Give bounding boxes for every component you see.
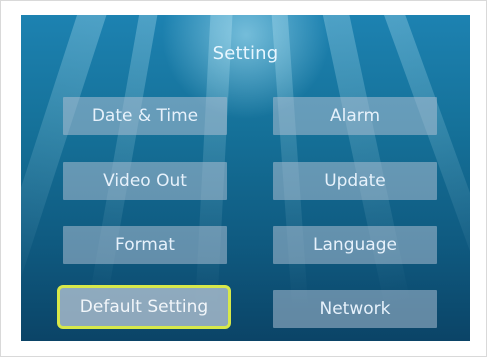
window-frame: Setting Date & Time Alarm Video Out Upda…	[0, 0, 487, 357]
screen-title: Setting	[212, 43, 279, 64]
video-out-button[interactable]: Video Out	[63, 162, 227, 200]
date-time-button[interactable]: Date & Time	[63, 97, 227, 135]
network-button[interactable]: Network	[273, 290, 437, 328]
settings-screen: Setting Date & Time Alarm Video Out Upda…	[21, 15, 470, 341]
default-setting-button[interactable]: Default Setting	[57, 285, 231, 329]
update-button[interactable]: Update	[273, 162, 437, 200]
format-button[interactable]: Format	[63, 226, 227, 264]
alarm-button[interactable]: Alarm	[273, 97, 437, 135]
language-button[interactable]: Language	[273, 226, 437, 264]
